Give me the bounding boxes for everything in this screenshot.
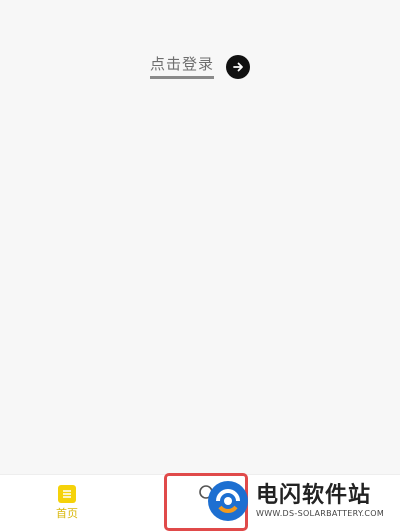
menu-list-icon: [58, 485, 76, 503]
watermark-url: WWW.DS-SOLARBATTERY.COM: [256, 509, 385, 518]
login-prompt[interactable]: 点击登录: [150, 52, 251, 82]
arrow-right-icon[interactable]: [226, 55, 251, 79]
tab-home[interactable]: 首页: [52, 485, 82, 520]
site-watermark: 电闪软件站 WWW.DS-SOLARBATTERY.COM: [206, 470, 398, 532]
watermark-title: 电闪软件站: [256, 483, 372, 508]
login-link[interactable]: 点击登录: [150, 55, 215, 79]
app-screen: 点击登录 首页 电闪软件站 WWW.DS-SOLARBATTERY.COM: [0, 0, 400, 532]
site-logo: [208, 481, 248, 521]
tab-home-label: 首页: [56, 507, 78, 520]
